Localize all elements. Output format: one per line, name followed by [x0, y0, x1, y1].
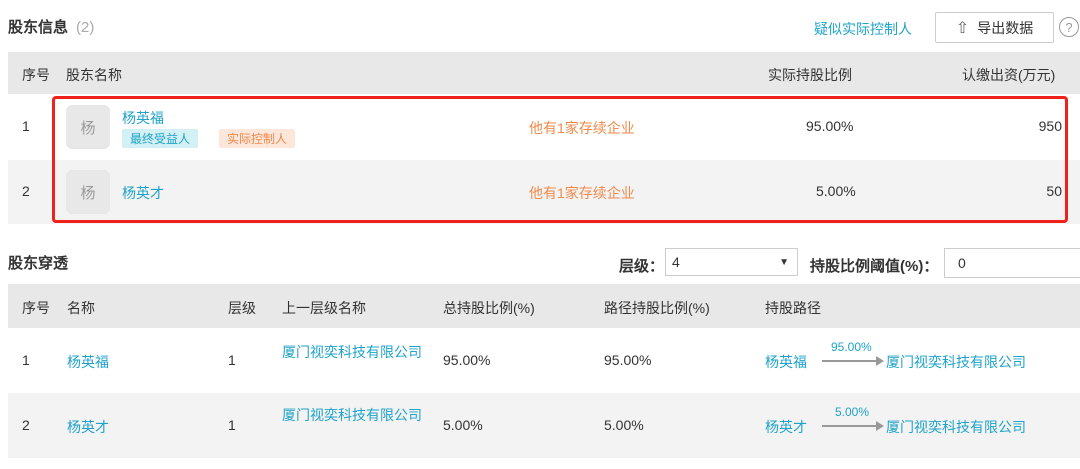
- path-ratio: 5.00%: [604, 417, 644, 433]
- export-label: 导出数据: [977, 19, 1034, 36]
- suspected-controller-link[interactable]: 疑似实际控制人: [814, 19, 912, 39]
- col-path-ratio: 路径持股比例(%): [604, 300, 710, 316]
- col-capital: 认缴出资(万元): [962, 67, 1056, 83]
- highlight-box: [52, 96, 1068, 223]
- threshold-input[interactable]: 0: [944, 248, 1080, 278]
- penetration-header: [8, 284, 1080, 328]
- col-total: 总持股比例(%): [443, 300, 535, 316]
- col-name: 名称: [67, 300, 95, 316]
- path-pct: 95.00%: [831, 340, 872, 354]
- name-link[interactable]: 杨英才: [67, 417, 109, 437]
- row-index: 2: [22, 183, 30, 199]
- help-icon[interactable]: ?: [1059, 17, 1079, 37]
- dropdown-arrow-icon: ▼: [779, 256, 789, 268]
- shareholders-title: 股东信息 (2): [8, 16, 94, 37]
- parent-link[interactable]: 厦门视奕科技有限公司: [282, 342, 427, 363]
- col-path: 持股路径: [765, 300, 821, 316]
- level-label: 层级：: [619, 258, 665, 275]
- name-link[interactable]: 杨英福: [67, 352, 109, 372]
- level-select[interactable]: 4 ▼: [665, 248, 798, 276]
- arrow-icon: [822, 421, 884, 431]
- export-button[interactable]: ⇧ 导出数据: [935, 12, 1054, 43]
- col-name: 股东名称: [66, 67, 122, 83]
- col-level: 层级: [228, 300, 256, 316]
- arrow-icon: [822, 356, 884, 366]
- path-to-link[interactable]: 厦门视奕科技有限公司: [886, 352, 1026, 372]
- parent-link[interactable]: 厦门视奕科技有限公司: [282, 405, 427, 426]
- shareholder-count: (2): [76, 19, 95, 36]
- total-ratio: 95.00%: [443, 352, 491, 368]
- level-value: 4: [672, 254, 680, 270]
- col-parent: 上一层级名称: [282, 300, 366, 316]
- level: 1: [228, 417, 236, 433]
- col-index: 序号: [22, 300, 50, 316]
- path-from-link[interactable]: 杨英才: [765, 417, 807, 437]
- path-pct: 5.00%: [835, 405, 870, 419]
- level: 1: [228, 352, 236, 368]
- row-index: 2: [22, 417, 30, 433]
- upload-icon: ⇧: [955, 19, 970, 37]
- col-ratio: 实际持股比例: [768, 67, 852, 83]
- penetration-title: 股东穿透: [8, 255, 69, 272]
- path-from-link[interactable]: 杨英福: [765, 352, 807, 372]
- threshold-label: 持股比例阈值(%)：: [810, 258, 939, 275]
- total-ratio: 5.00%: [443, 417, 483, 433]
- title-text: 股东信息: [8, 19, 69, 36]
- path-to-link[interactable]: 厦门视奕科技有限公司: [886, 417, 1026, 437]
- path-ratio: 95.00%: [604, 352, 652, 368]
- row-index: 1: [22, 352, 30, 368]
- col-index: 序号: [22, 67, 50, 83]
- row-index: 1: [22, 118, 30, 134]
- shareholders-header: [8, 52, 1080, 94]
